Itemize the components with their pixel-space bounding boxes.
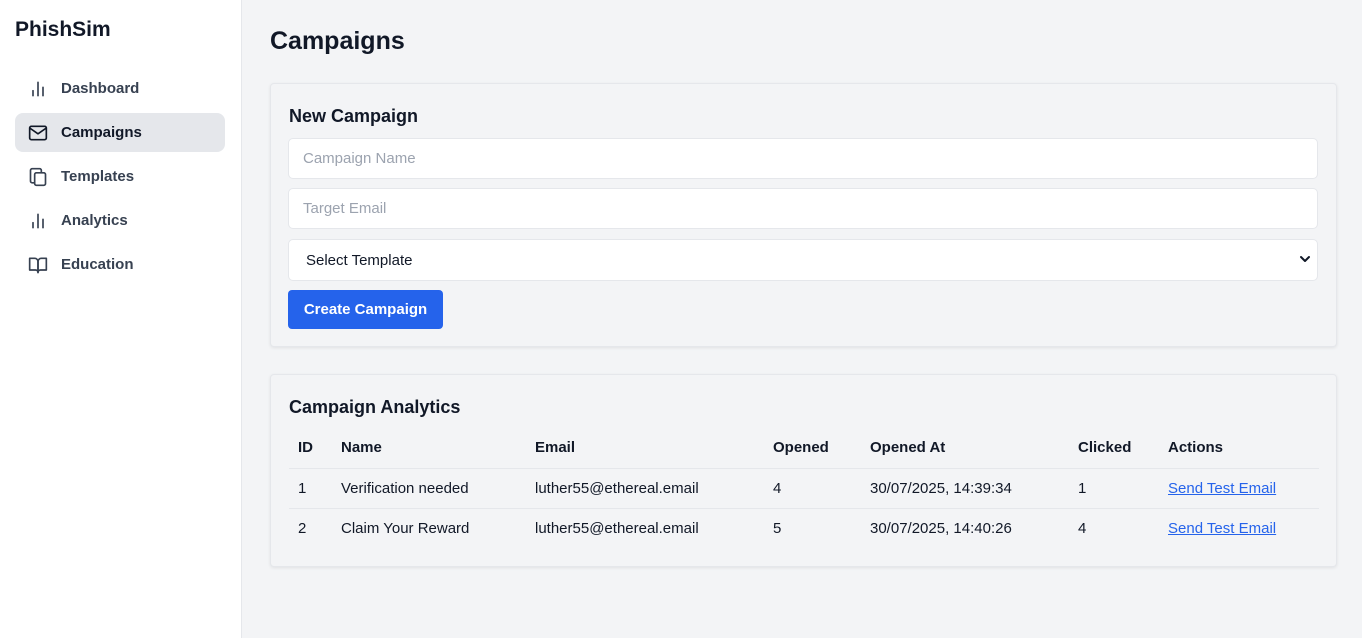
column-header: Email xyxy=(526,427,764,469)
cell-clicked: 1 xyxy=(1069,468,1159,509)
cell-opened-at: 30/07/2025, 14:40:26 xyxy=(870,519,1012,537)
sidebar: PhishSim Dashboard Campaigns Templates A… xyxy=(0,0,242,638)
table-row: 2 Claim Your Reward luther55@ethereal.em… xyxy=(289,508,1319,548)
card-title: Campaign Analytics xyxy=(289,397,461,417)
cell-actions: Send Test Email xyxy=(1159,508,1319,548)
book-icon xyxy=(27,254,49,276)
cell-name: Verification needed xyxy=(332,468,526,509)
target-email-input[interactable] xyxy=(288,188,1318,229)
send-test-email-link[interactable]: Send Test Email xyxy=(1168,480,1276,497)
sidebar-item-label: Education xyxy=(61,256,134,273)
cell-opened: 5 xyxy=(773,519,782,537)
bar-chart-icon xyxy=(27,210,49,232)
cell-id: 1 xyxy=(289,468,332,509)
campaign-analytics-card: Campaign Analytics ID Name Email Opened … xyxy=(270,374,1337,567)
template-select[interactable]: Select Template xyxy=(288,239,1318,281)
page-title: Campaigns xyxy=(270,27,405,55)
bar-chart-icon xyxy=(27,78,49,100)
column-header: Name xyxy=(332,427,526,469)
mail-icon xyxy=(27,122,49,144)
cell-opened-at: 30/07/2025, 14:39:34 xyxy=(861,468,1069,509)
sidebar-item-label: Campaigns xyxy=(61,124,142,141)
sidebar-item-education[interactable]: Education xyxy=(15,245,225,284)
cell-opened: 4 xyxy=(764,468,861,509)
cell-clicked: 4 xyxy=(1078,519,1087,537)
main-content: Campaigns New Campaign Select Template C… xyxy=(242,0,1362,638)
create-campaign-button[interactable]: Create Campaign xyxy=(288,290,443,329)
brand-logo: PhishSim xyxy=(15,18,111,41)
table-header-row: ID Name Email Opened Opened At Clicked A… xyxy=(289,427,1319,469)
card-title: New Campaign xyxy=(289,106,419,126)
table-row: 1 Verification needed luther55@ethereal.… xyxy=(289,468,1319,509)
sidebar-item-analytics[interactable]: Analytics xyxy=(15,201,225,240)
sidebar-item-label: Dashboard xyxy=(61,80,140,97)
cell-actions: Send Test Email xyxy=(1159,468,1319,509)
column-header: Actions xyxy=(1159,427,1319,469)
column-header: Clicked xyxy=(1069,427,1159,469)
column-header: Opened xyxy=(764,427,861,469)
copy-icon xyxy=(27,166,49,188)
cell-email: luther55@ethereal.email xyxy=(526,468,764,509)
sidebar-item-dashboard[interactable]: Dashboard xyxy=(15,69,225,108)
chevron-down-icon xyxy=(1299,252,1311,269)
campaign-name-input[interactable] xyxy=(288,138,1318,179)
new-campaign-card: New Campaign Select Template Create Camp… xyxy=(270,83,1337,347)
template-select-value: Select Template xyxy=(306,251,413,269)
cell-email: luther55@ethereal.email xyxy=(535,519,699,537)
sidebar-item-campaigns[interactable]: Campaigns xyxy=(15,113,225,152)
column-header: Opened At xyxy=(861,427,1069,469)
cell-id: 2 xyxy=(298,519,307,537)
sidebar-item-label: Analytics xyxy=(61,212,128,229)
sidebar-item-templates[interactable]: Templates xyxy=(15,157,225,196)
send-test-email-link[interactable]: Send Test Email xyxy=(1168,520,1276,537)
cell-name: Claim Your Reward xyxy=(341,519,470,537)
analytics-table: ID Name Email Opened Opened At Clicked A… xyxy=(289,427,1319,548)
sidebar-item-label: Templates xyxy=(61,168,135,185)
column-header: ID xyxy=(289,427,332,469)
